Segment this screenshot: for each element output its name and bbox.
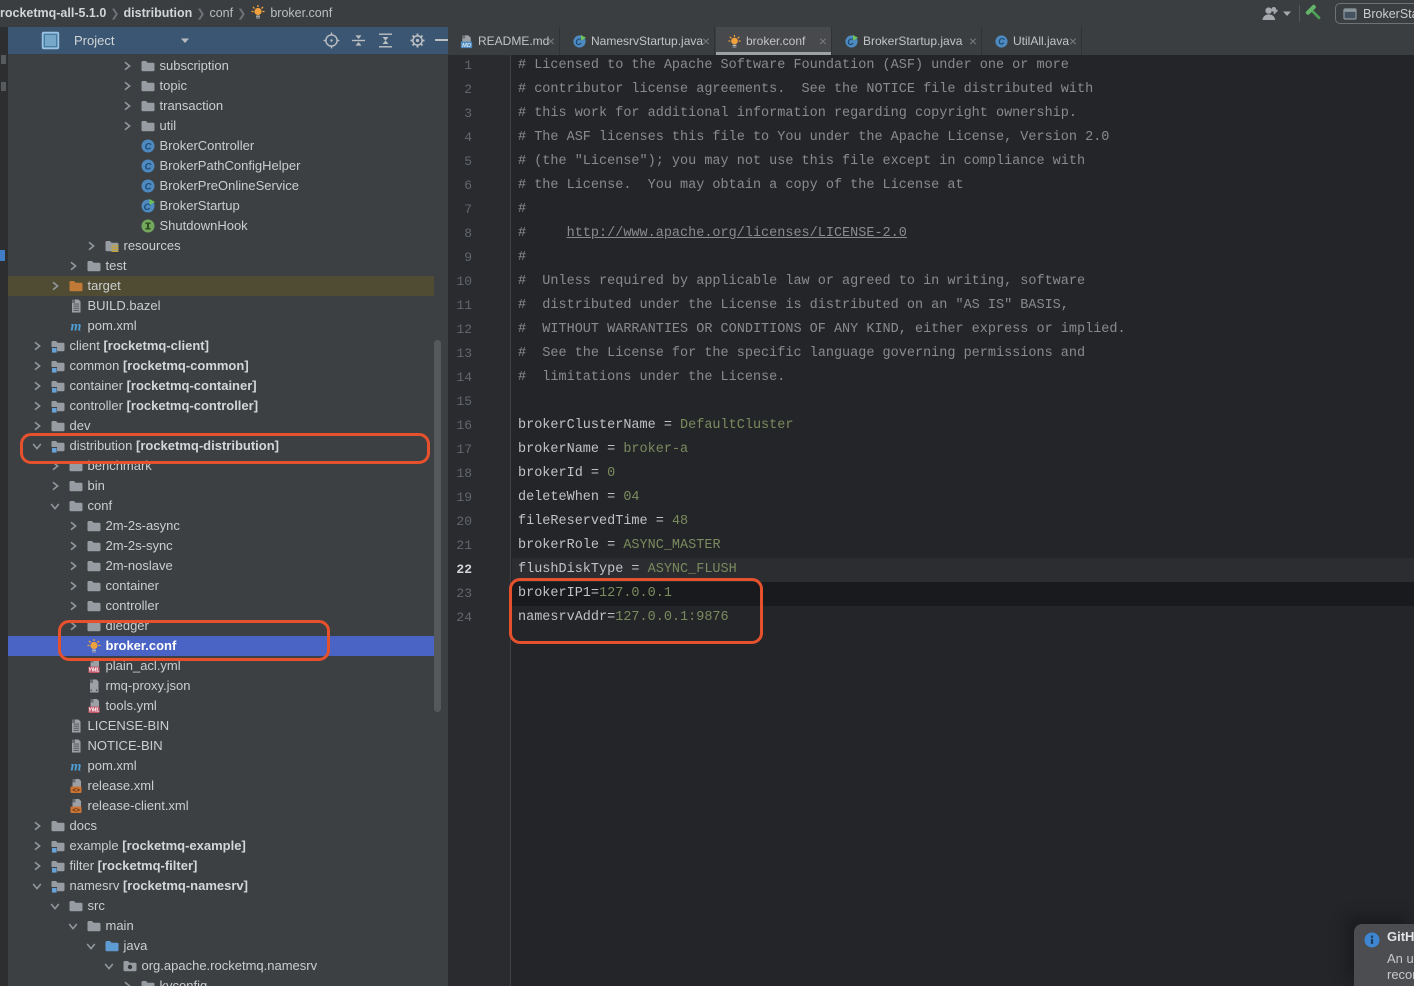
- svg-text:YML: YML: [88, 668, 99, 674]
- svg-text:C: C: [144, 141, 151, 152]
- svg-text:MD: MD: [462, 43, 472, 49]
- svg-text:<>: <>: [72, 787, 80, 794]
- svg-text:m: m: [70, 320, 81, 335]
- svg-text:{..}: {..}: [86, 684, 102, 694]
- svg-text:C: C: [998, 37, 1005, 47]
- svg-text:<>: <>: [72, 807, 80, 814]
- svg-text:m: m: [70, 760, 81, 775]
- svg-text:C: C: [144, 161, 151, 172]
- svg-text:YML: YML: [88, 708, 99, 714]
- svg-text:C: C: [144, 181, 151, 192]
